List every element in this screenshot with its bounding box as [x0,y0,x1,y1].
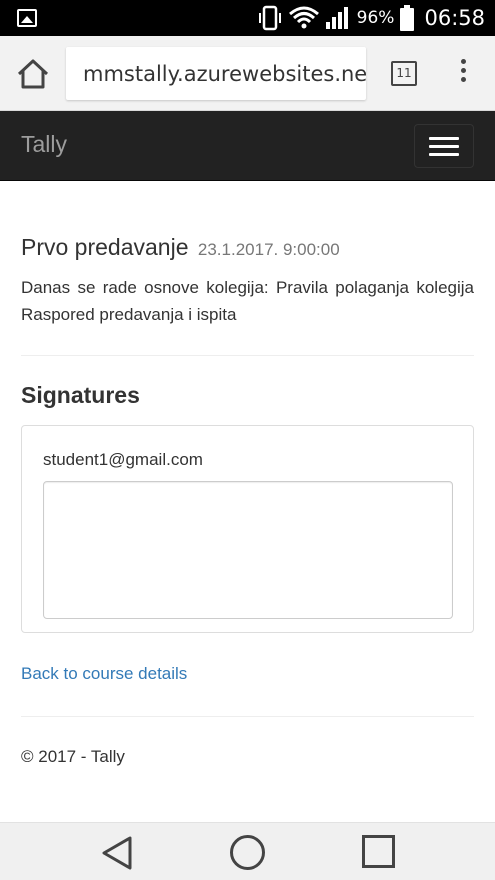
tabs-icon[interactable]: 11 [391,61,417,86]
recent-apps-square-icon[interactable] [362,835,395,868]
browser-toolbar: mmstally.azurewebsites.net 11 [0,36,495,111]
lecture-date: 23.1.2017. 9:00:00 [197,240,340,259]
navbar-toggle-button[interactable] [414,124,474,168]
back-to-course-link[interactable]: Back to course details [21,664,187,684]
footer-copyright: © 2017 - Tally [21,747,125,766]
lecture-heading: Prvo predavanje 23.1.2017. 9:00:00 [21,234,340,261]
divider [21,355,474,356]
address-bar[interactable]: mmstally.azurewebsites.net [66,47,366,100]
site-navbar: Tally [0,111,495,181]
vibrate-icon [258,5,281,31]
divider [21,716,474,717]
status-icons: 96% 06:58 [257,0,485,36]
home-circle-icon[interactable] [230,835,265,870]
signature-field[interactable] [43,481,453,619]
lecture-title: Prvo predavanje [21,234,189,260]
wifi-icon [288,6,319,29]
tab-count: 11 [396,66,412,80]
brand-link[interactable]: Tally [21,131,67,158]
battery-icon [400,5,415,31]
signatures-heading: Signatures [21,382,140,408]
clock: 06:58 [424,6,485,30]
signature-panel: student1@gmail.com [21,425,474,633]
status-bar: 96% 06:58 [0,0,495,36]
hamburger-menu-icon [429,137,459,140]
back-triangle-icon[interactable] [100,835,134,871]
home-icon[interactable] [16,58,50,90]
student-email: student1@gmail.com [43,450,203,469]
lecture-description: Danas se rade osnove kolegija: Pravila p… [21,278,474,324]
signal-icon [325,7,348,29]
more-vert-icon[interactable] [452,59,474,89]
url-text[interactable]: mmstally.azurewebsites.net [83,62,366,86]
image-notification-icon [17,9,37,27]
system-nav-bar [0,822,495,880]
battery-percent: 96% [356,8,395,28]
